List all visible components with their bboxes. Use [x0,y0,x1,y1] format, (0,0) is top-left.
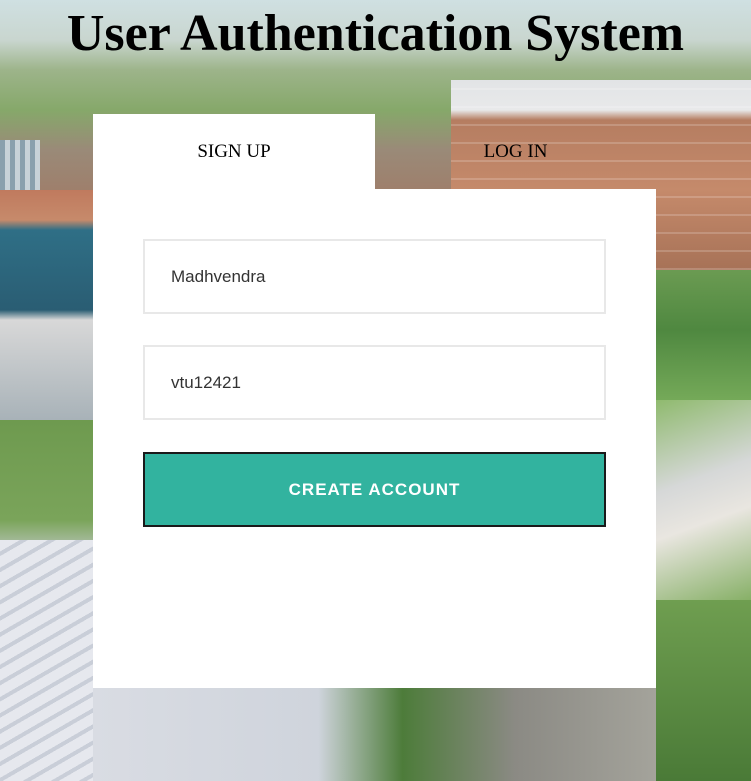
background-left-building [0,190,93,420]
create-account-button[interactable]: CREATE ACCOUNT [143,452,606,527]
password-input[interactable] [143,345,606,420]
tab-sign-up[interactable]: SIGN UP [93,114,375,189]
background-solar-roof [0,140,40,190]
signup-form-panel: CREATE ACCOUNT [93,189,656,688]
username-input[interactable] [143,239,606,314]
tab-sign-up-label: SIGN UP [197,140,271,162]
background-bottom-roof [0,540,93,781]
background-bottom-trees [656,600,751,781]
background-trees [656,270,751,410]
background-path [656,400,751,600]
background-bottom-ground [93,688,656,781]
tab-log-in[interactable]: LOG IN [375,114,656,189]
tab-log-in-label: LOG IN [483,140,548,162]
page-title: User Authentication System [66,5,685,62]
